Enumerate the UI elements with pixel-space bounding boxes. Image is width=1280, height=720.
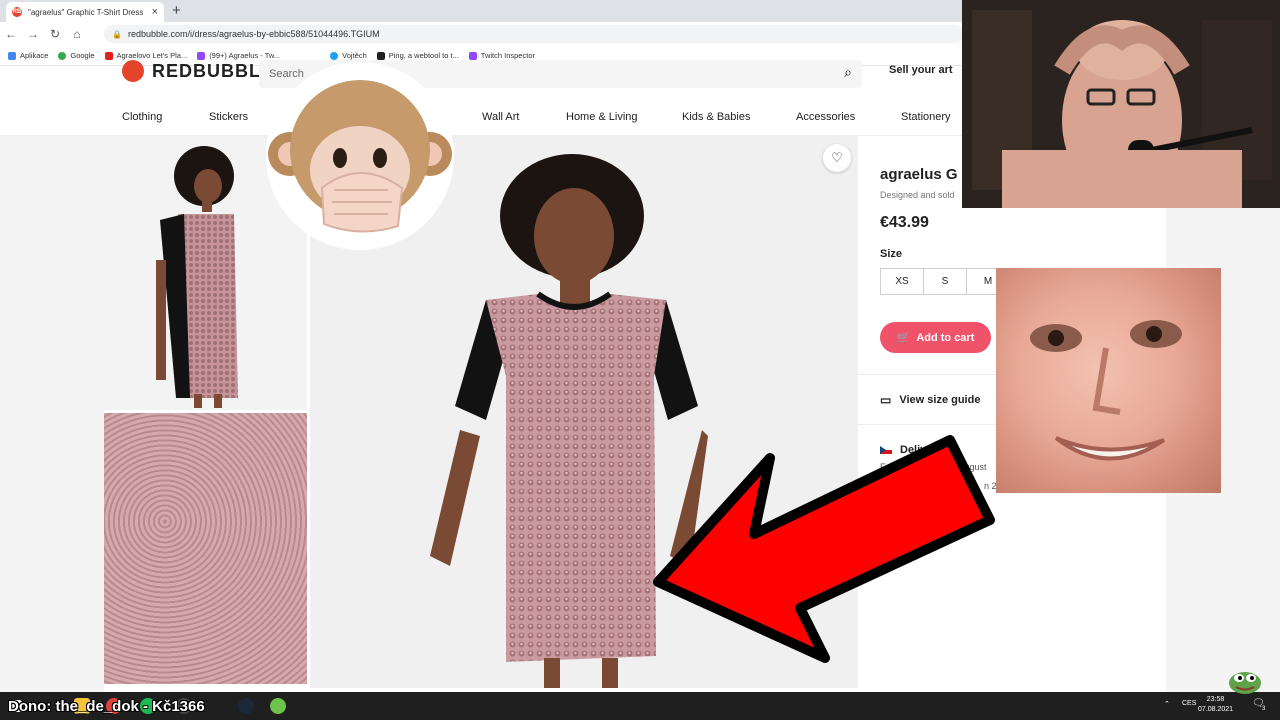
nav-stickers[interactable]: Stickers	[209, 111, 248, 123]
clock-date: 07.08.2021	[1198, 706, 1234, 713]
size-option-xs[interactable]: XS	[880, 268, 924, 295]
size-selector: XS S M	[880, 268, 1010, 295]
forward-icon[interactable]: →	[22, 27, 44, 41]
screen: { "browser": { "tab_title": "\"agraelus\…	[0, 0, 1280, 720]
product-price: €43.99	[880, 214, 929, 231]
sell-your-art-link[interactable]: Sell your art	[889, 64, 953, 76]
url-text: redbubble.com/i/dress/agraelus-by-ebbic5…	[127, 29, 380, 39]
lock-icon: 🔒	[112, 29, 122, 39]
favorite-heart-icon[interactable]: ♡	[823, 144, 851, 172]
notification-count: 3	[1262, 706, 1266, 712]
designed-by-text: Designed and sold	[880, 190, 955, 200]
view-size-guide-link[interactable]: ▭ View size guide	[880, 393, 980, 407]
nav-stationery[interactable]: Stationery	[901, 111, 951, 123]
redbubble-logo-icon	[122, 60, 144, 82]
apps-grid-icon	[8, 51, 16, 60]
red-arrow-overlay	[650, 430, 1000, 670]
redbubble-logo[interactable]: REDBUBBLE	[122, 60, 274, 82]
bookmark-item[interactable]: Agraelovo Let's Pla...	[104, 51, 187, 60]
nav-clothing[interactable]: Clothing	[122, 111, 162, 123]
cart-icon: 🛒	[896, 332, 911, 344]
new-tab-button[interactable]: +	[172, 2, 181, 19]
see-no-evil-monkey-emoji	[262, 58, 458, 254]
steam-icon[interactable]	[238, 698, 254, 714]
nav-kids-babies[interactable]: Kids & Babies	[682, 111, 750, 123]
product-title: agraelus G	[880, 166, 958, 183]
home-icon[interactable]: ⌂	[66, 27, 88, 41]
streamer-webcam	[962, 0, 1280, 208]
bookmark-item[interactable]: Twitch Inspector	[468, 51, 535, 60]
search-icon[interactable]: ⌕	[844, 64, 852, 81]
url-bar[interactable]: 🔒 redbubble.com/i/dress/agraelus-by-ebbi…	[104, 25, 964, 43]
tab-title: "agraelus" Graphic T-Shirt Dress	[28, 7, 144, 17]
size-guide-label: View size guide	[899, 394, 981, 406]
size-label: Size	[880, 248, 903, 260]
google-icon	[58, 51, 67, 60]
close-tab-icon[interactable]: ×	[152, 6, 158, 18]
twitch-icon	[468, 51, 477, 60]
browser-tab[interactable]: RB "agraelus" Graphic T-Shirt Dress ×	[6, 2, 164, 22]
redbubble-favicon-icon: RB	[12, 7, 22, 17]
nav-wall-art[interactable]: Wall Art	[482, 111, 520, 123]
add-to-cart-button[interactable]: 🛒 Add to cart	[880, 322, 991, 353]
youtube-icon	[104, 51, 113, 60]
nav-home-living[interactable]: Home & Living	[566, 111, 638, 123]
twitch-icon	[197, 51, 206, 60]
app-icon[interactable]	[270, 698, 286, 714]
clock-time: 23:58	[1206, 696, 1225, 703]
taskbar-clock[interactable]: 23:58 07.08.2021	[1198, 695, 1233, 715]
donation-alert: Dono: the_de_dok - Kč1366	[8, 698, 205, 715]
bookmark-item[interactable]: Google	[58, 51, 95, 60]
logo-text: REDBUBBLE	[152, 60, 275, 81]
reload-icon[interactable]: ↻	[44, 27, 66, 41]
size-option-s[interactable]: S	[923, 268, 967, 295]
nav-accessories[interactable]: Accessories	[796, 111, 855, 123]
language-indicator[interactable]: CES	[1182, 700, 1196, 707]
add-to-cart-label: Add to cart	[916, 331, 975, 344]
pepe-frog-emote	[1228, 668, 1262, 694]
back-icon[interactable]: ←	[0, 27, 22, 41]
thumbnail-pattern-closeup[interactable]	[104, 413, 307, 684]
ruler-icon: ▭	[880, 393, 892, 407]
bookmark-item[interactable]: Aplikace	[8, 51, 48, 60]
reaction-face-overlay	[996, 268, 1221, 493]
tray-chevron-icon[interactable]: ⌃	[1164, 700, 1170, 708]
